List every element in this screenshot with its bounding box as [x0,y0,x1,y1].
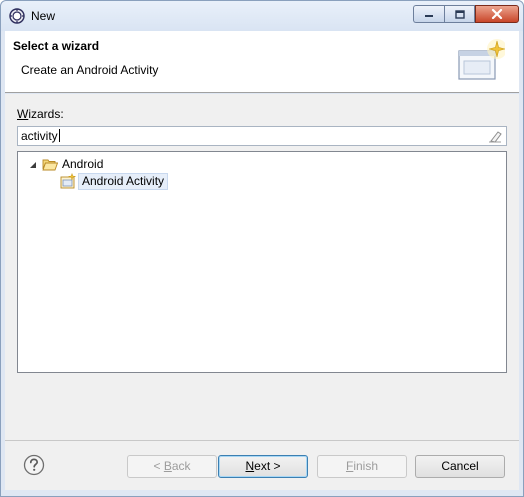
text-caret [58,129,60,142]
title-bar[interactable]: New [1,1,523,31]
tree-item-android-activity[interactable]: Android Activity [60,172,169,190]
minimize-icon [425,15,433,17]
back-button-prefix: < [153,459,164,473]
wizards-label-mnemonic: W [17,107,29,121]
window-title: New [31,9,56,23]
wizard-content: Wizards: activity Android Android Activi… [5,94,519,440]
next-button-mnemonic: N [245,459,255,473]
expanded-triangle-icon[interactable] [28,159,38,169]
close-button[interactable] [475,5,519,23]
wizards-label: Wizards: [17,107,64,121]
caption-buttons [413,5,519,23]
close-icon [491,9,503,19]
maximize-icon [454,9,465,19]
finish-button[interactable]: Finish [317,455,407,478]
wizard-tree[interactable]: Android Android Activity [17,151,507,373]
next-button-label: ext > [254,459,281,473]
wizard-header: Select a wizard Create an Android Activi… [5,31,519,93]
new-wizard-dialog: New Select a wizard Create an Android Ac… [0,0,524,497]
back-button-mnemonic: B [163,459,172,473]
page-title: Select a wizard [13,39,100,53]
minimize-button[interactable] [413,5,444,23]
back-button[interactable]: < Back [127,455,217,478]
back-button-label: ack [171,459,191,473]
android-activity-icon [60,172,76,189]
eclipse-app-icon [9,8,25,24]
wizard-filter-input[interactable]: activity [17,126,507,146]
help-icon[interactable] [23,454,45,476]
filter-input-value: activity [21,129,58,143]
page-description: Create an Android Activity [21,63,159,77]
tree-item-android[interactable]: Android [28,155,103,173]
cancel-button[interactable]: Cancel [415,455,505,478]
tree-item-label: Android [62,157,104,171]
wizards-label-text: izards: [28,107,64,121]
next-button[interactable]: Next > [218,455,308,478]
wizard-banner-icon [455,37,507,87]
folder-open-icon [42,158,59,171]
clear-filter-icon[interactable] [488,130,502,143]
wizard-footer: < Back Next > Finish Cancel [5,440,519,490]
maximize-button[interactable] [444,5,475,23]
tree-item-label: Android Activity [78,172,169,190]
finish-button-label: inish [353,459,379,473]
